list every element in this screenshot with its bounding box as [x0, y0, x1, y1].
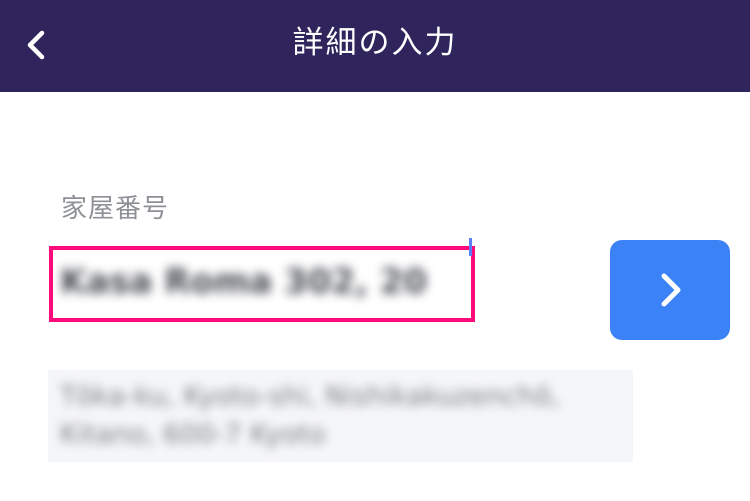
app-header: 詳細の入力: [0, 0, 750, 92]
house-number-value: Kasa Roma 302, 20: [60, 262, 428, 302]
address-text: Tōka-ku, Kyoto-shi, Nishikakuzenchō, Kit…: [60, 381, 560, 450]
field-label-house-number: 家屋番号: [61, 194, 170, 224]
page-title: 詳細の入力: [292, 25, 458, 61]
text-cursor: [469, 238, 472, 256]
address-suggestion[interactable]: Tōka-ku, Kyoto-shi, Nishikakuzenchō, Kit…: [48, 370, 633, 462]
chevron-right-icon: [661, 273, 681, 307]
next-button[interactable]: [610, 240, 730, 340]
